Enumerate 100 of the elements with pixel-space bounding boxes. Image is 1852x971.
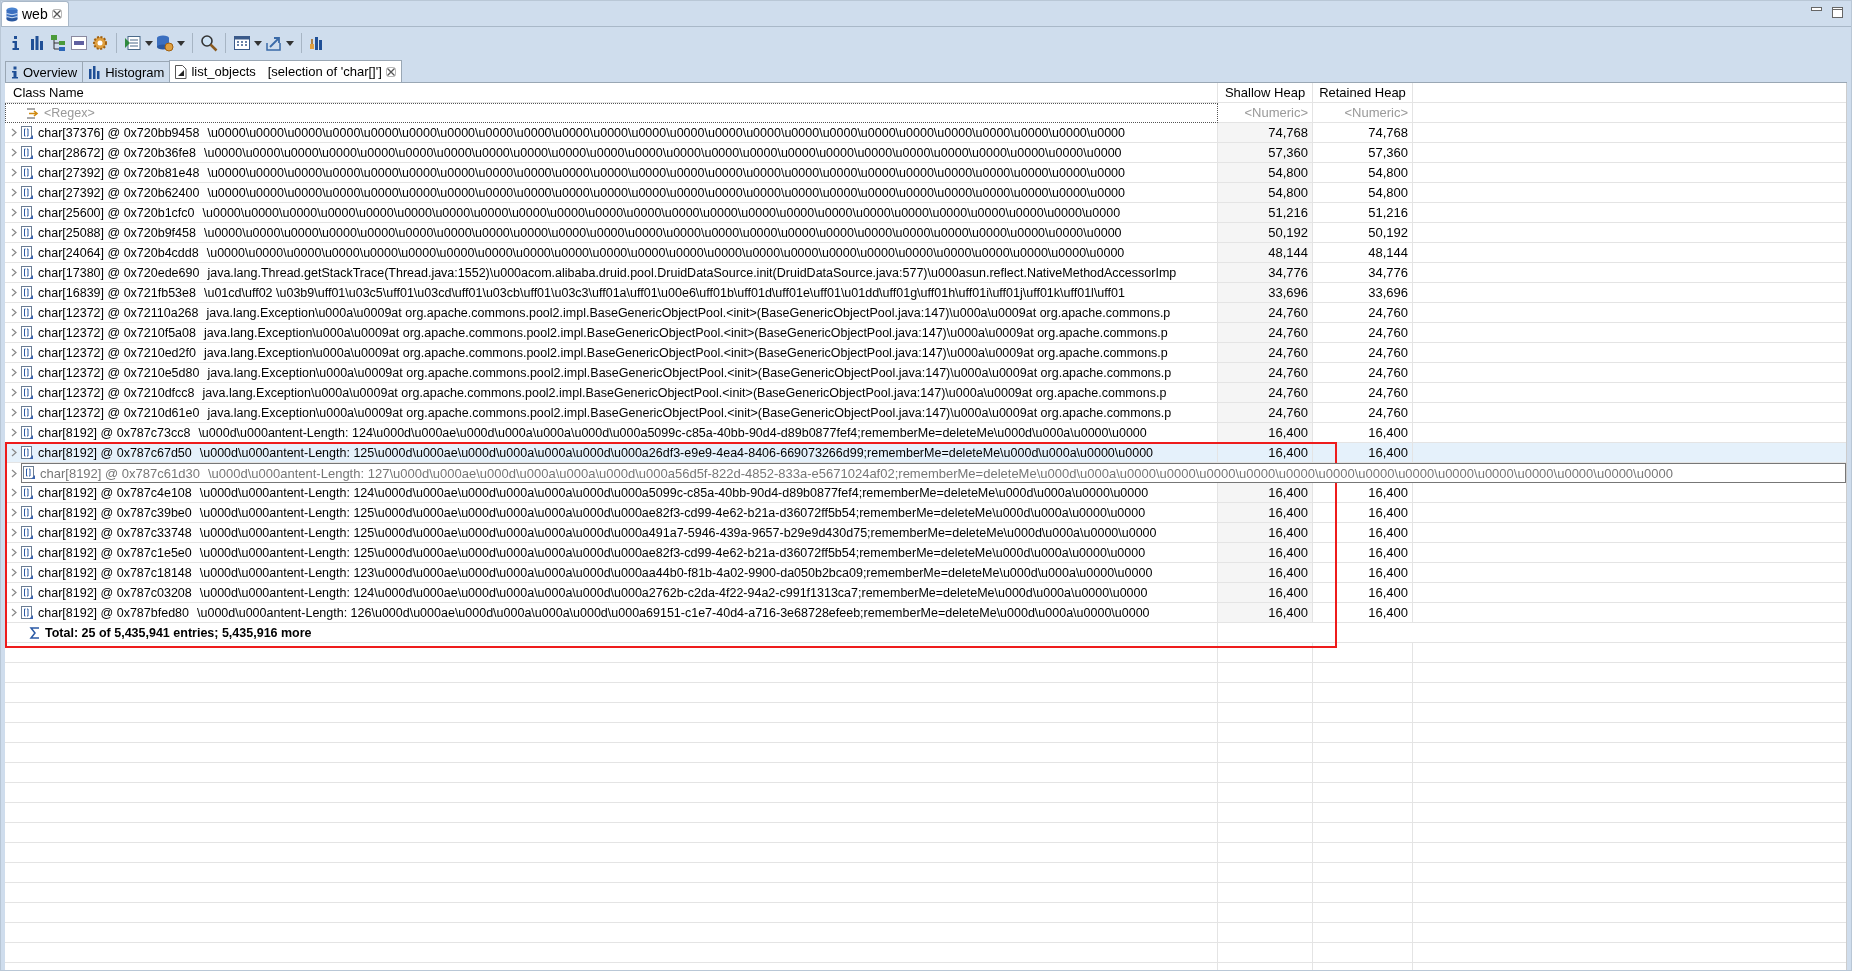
table-row[interactable]: char[8192] @ 0x787c03208 \u000d\u000antent-Length: 124\u000d\u000ae\u000d\u000a\u000a\u000d\u000a2762b-c2da-4f22-94a2-c991f1313ca7;rememberMe=deleteMe\u000d\u000a\u0000\u0000 16,400 16,400 (5, 583, 1846, 603)
expand-chevron-icon[interactable] (11, 568, 17, 577)
table-cell: 16,400 (1218, 503, 1313, 523)
table-row[interactable]: char[27392] @ 0x720b62400 \u0000\u0000\u0000\u0000\u0000\u0000\u0000\u0000\u0000\u0000\u0000\u0000\u0000\u0000\u0000\u0000\u0000\u0000\u0000\u0000\u0000\u0000\u0000\u0000 54,800 54,800 (5, 183, 1846, 203)
table-cell: 16,400 (1313, 603, 1413, 623)
expand-chevron-icon[interactable] (11, 448, 17, 457)
expand-chevron-icon[interactable] (11, 328, 17, 337)
maximize-icon[interactable] (1832, 7, 1843, 18)
table-cell: 74,768 (1218, 123, 1313, 143)
table-row[interactable]: char[12372] @ 0x72110a268 java.lang.Exception\u000a\u0009at org.apache.commons.pool2.impl.BaseGenericObjectPool.<init>(BaseGenericObjectPool.java:147)\u000a\u0009at org.apache.commons.p 24,760 24,760 (5, 303, 1846, 323)
object-value: \u0000\u0000\u0000\u0000\u0000\u0000\u0000\u0000\u0000\u0000\u0000\u0000\u0000\u0000\u0000\u0000\u0000\u0000\u0000\u0000\u0000\u0000\u0000\u0000 (202, 205, 1121, 220)
object-value: java.lang.Exception\u000a\u0009at org.apache.commons.pool2.impl.BaseGenericObjectPool.<init>(BaseGenericObjectPool.java:147)\u000a\u0009at org.apache.commons.p (203, 345, 1168, 360)
expand-chevron-icon[interactable] (11, 388, 17, 397)
object-value: java.lang.Exception\u000a\u0009at org.apache.commons.pool2.impl.BaseGenericObjectPool.<init>(BaseGenericObjectPool.java:147)\u000a\u0009at org.apache.commons.p (203, 325, 1168, 340)
object-label: char[27392] @ 0x720b81e48 (38, 165, 200, 180)
calculator-icon[interactable] (233, 34, 251, 52)
dropdown-caret-icon[interactable] (145, 40, 153, 46)
database-gear-icon[interactable] (156, 34, 174, 52)
run-report-icon[interactable] (124, 34, 142, 52)
expand-chevron-icon[interactable] (11, 248, 17, 257)
table-row[interactable]: char[8192] @ 0x787c39be0 \u000d\u000antent-Length: 125\u000d\u000ae\u000d\u000a\u000a\u000d\u000ae82f3-cd99-4e62-b21a-d36072ff5b54;rememberMe=deleteMe\u000d\u000a\u0000\u0000 16,400 16,400 (5, 503, 1846, 523)
table-row[interactable] (5, 283, 1846, 303)
table-row[interactable] (5, 263, 1846, 283)
array-file-icon (21, 485, 34, 500)
dropdown-caret-icon[interactable] (286, 40, 294, 46)
table-cell: 48,144 (1313, 243, 1413, 263)
table-row[interactable]: char[8192] @ 0x787c18148 \u000d\u000antent-Length: 123\u000d\u000ae\u000d\u000a\u000a\u000d\u000aa44b0-f81b-4a02-9900-da050b2bca09;rememberMe=deleteMe\u000d\u000a\u0000\u0000 16,400 16,400 (5, 563, 1846, 583)
table-cell: 34,776 (1218, 263, 1313, 283)
table-row[interactable]: char[8192] @ 0x787c33748 \u000d\u000antent-Length: 125\u000d\u000ae\u000d\u000a\u000a\u000d\u000a491a7-5946-439a-9657-b29e9d430d75;rememberMe=deleteMe\u000d\u000a\u0000\u0000 16,400 16,400 (5, 523, 1846, 543)
object-value: \u01cd\uff02 \u03b9\uff01\u03c5\uff01\u03cd\uff01\u03cb\uff01\u03c3\uff01a\uff01\u00e6\uff01b\uff01d\uff01e\uff01\u01dd\uff01g\uff01h\uff01i\uff01j\uff01k\uff01l\uff01 (203, 285, 1125, 300)
table-row[interactable]: char[12372] @ 0x7210d61e0 java.lang.Exception\u000a\u0009at org.apache.commons.pool2.impl.BaseGenericObjectPool.<init>(BaseGenericObjectPool.java:147)\u000a\u0009at org.apache.commons.p 24,760 24,760 (5, 403, 1846, 423)
oql-icon[interactable] (70, 34, 88, 52)
table-row[interactable]: char[25088] @ 0x720b9f458 \u0000\u0000\u0000\u0000\u0000\u0000\u0000\u0000\u0000\u0000\u0000\u0000\u0000\u0000\u0000\u0000\u0000\u0000\u0000\u0000\u0000\u0000\u0000\u0000 50,192 50,192 (5, 223, 1846, 243)
expand-chevron-icon[interactable] (11, 508, 17, 517)
expand-chevron-icon[interactable] (11, 608, 17, 617)
expand-chevron-icon[interactable] (11, 588, 17, 597)
expand-chevron-icon[interactable] (11, 308, 17, 317)
expand-chevron-icon[interactable] (11, 268, 17, 277)
expand-chevron-icon[interactable] (11, 408, 17, 417)
export-icon[interactable] (265, 34, 283, 52)
table-row[interactable]: char[37376] @ 0x720bb9458 \u0000\u0000\u0000\u0000\u0000\u0000\u0000\u0000\u0000\u0000\u0000\u0000\u0000\u0000\u0000\u0000\u0000\u0000\u0000\u0000\u0000\u0000\u0000\u0000 74,768 74,768 (5, 123, 1846, 143)
table-row[interactable]: char[8192] @ 0x787c4e108 \u000d\u000antent-Length: 124\u000d\u000ae\u000d\u000a\u000a\u000d\u000a5099c-c85a-40bb-90d4-d89b0877fef4;rememberMe=deleteMe\u000d\u000a\u0000\u0000 16,400 16,400 (5, 483, 1846, 503)
expand-chevron-icon[interactable] (11, 188, 17, 197)
table-cell: 16,400 (1218, 423, 1313, 443)
table-cell: 24,760 (1313, 343, 1413, 363)
expand-chevron-icon[interactable] (11, 348, 17, 357)
table-row[interactable]: char[8192] @ 0x787c1e5e0 \u000d\u000antent-Length: 125\u000d\u000ae\u000d\u000a\u000a\u000d\u000ae82f3-cd99-4e62-b21a-d36072ff5b54;rememberMe=deleteMe\u000d\u000a\u0000\u0000 16,400 16,400 (5, 543, 1846, 563)
table-row[interactable]: char[8192] @ 0x787c67d50 \u000d\u000antent-Length: 125\u000d\u000ae\u000d\u000a\u000a\u000d\u000a26df3-e9e9-4ea4-8406-669073266d99;rememberMe=deleteMe\u000d\u000a\u0000\u0000 16,400 16,400 (5, 443, 1846, 463)
expand-chevron-icon[interactable] (11, 548, 17, 557)
editor-tab[interactable]: Overview (5, 61, 84, 82)
sum-icon (29, 626, 41, 639)
window-tab[interactable]: web (1, 1, 69, 26)
table-row[interactable]: char[25600] @ 0x720b1cfc0 \u0000\u0000\u0000\u0000\u0000\u0000\u0000\u0000\u0000\u0000\u0000\u0000\u0000\u0000\u0000\u0000\u0000\u0000\u0000\u0000\u0000\u0000\u0000\u0000 51,216 51,216 (5, 203, 1846, 223)
expand-chevron-icon[interactable] (11, 128, 17, 137)
table-cell: 16,400 (1218, 583, 1313, 603)
table-row[interactable]: char[27392] @ 0x720b81e48 \u0000\u0000\u0000\u0000\u0000\u0000\u0000\u0000\u0000\u0000\u0000\u0000\u0000\u0000\u0000\u0000\u0000\u0000\u0000\u0000\u0000\u0000\u0000\u0000 54,800 54,800 (5, 163, 1846, 183)
table-row[interactable]: char[12372] @ 0x7210f5a08 java.lang.Exception\u000a\u0009at org.apache.commons.pool2.impl.BaseGenericObjectPool.<init>(BaseGenericObjectPool.java:147)\u000a\u0009at org.apache.commons.p 24,760 24,760 (5, 323, 1846, 343)
object-value: java.lang.Exception\u000a\u0009at org.apache.commons.pool2.impl.BaseGenericObjectPool.<init>(BaseGenericObjectPool.java:147)\u000a\u0009at org.apache.commons.p (202, 385, 1167, 400)
table-cell: 24,760 (1313, 303, 1413, 323)
array-file-icon (21, 505, 34, 520)
editor-tab[interactable]: list_objects [selection of 'char[]'] (169, 60, 402, 82)
minimize-icon[interactable] (1811, 7, 1822, 11)
column-header[interactable]: Class Name (5, 83, 1218, 103)
table-cell: 16,400 (1218, 483, 1313, 503)
column-header[interactable]: Retained Heap (1313, 83, 1413, 103)
expand-chevron-icon[interactable] (11, 168, 17, 177)
table-row[interactable]: char[12372] @ 0x7210e5d80 java.lang.Exception\u000a\u0009at org.apache.commons.pool2.impl.BaseGenericObjectPool.<init>(BaseGenericObjectPool.java:147)\u000a\u0009at org.apache.commons.p 24,760 24,760 (5, 363, 1846, 383)
column-header[interactable]: Shallow Heap (1218, 83, 1313, 103)
tree-icon[interactable] (49, 34, 67, 52)
object-label: char[12372] @ 0x7210dfcc8 (38, 385, 195, 400)
database-icon (6, 6, 18, 22)
table-row[interactable]: char[8192] @ 0x787bfed80 \u000d\u000antent-Length: 126\u000d\u000ae\u000d\u000a\u000a\u000d\u000a69151-c1e7-40d4-a716-3e68728efeeb;rememberMe=deleteMe\u000d\u000a\u0000\u0000 16,400 16,400 (5, 603, 1846, 623)
close-tab-icon[interactable] (385, 66, 396, 77)
bar-chart-icon[interactable] (28, 34, 46, 52)
expand-chevron-icon[interactable] (11, 528, 17, 537)
table-cell: 24,760 (1218, 403, 1313, 423)
table-row[interactable]: char[24064] @ 0x720b4cdd8 \u0000\u0000\u0000\u0000\u0000\u0000\u0000\u0000\u0000\u0000\u0000\u0000\u0000\u0000\u0000\u0000\u0000\u0000\u0000\u0000\u0000\u0000\u0000\u0000 48,144 48,144 (5, 243, 1846, 263)
object-value: \u0000\u0000\u0000\u0000\u0000\u0000\u0000\u0000\u0000\u0000\u0000\u0000\u0000\u0000\u0000\u0000\u0000\u0000\u0000\u0000\u0000\u0000\u0000\u0000 (207, 185, 1125, 200)
expand-chevron-icon[interactable] (11, 228, 17, 237)
dropdown-caret-icon[interactable] (177, 40, 185, 46)
array-file-icon (21, 405, 34, 420)
table-cell: 57,360 (1218, 143, 1313, 163)
gear-icon[interactable] (91, 34, 109, 52)
expand-chevron-icon[interactable] (11, 428, 17, 437)
table-row[interactable]: char[12372] @ 0x7210dfcc8 java.lang.Exception\u000a\u0009at org.apache.commons.pool2.impl.BaseGenericObjectPool.<init>(BaseGenericObjectPool.java:147)\u000a\u0009at org.apache.commons.p 24,760 24,760 (5, 383, 1846, 403)
expand-chevron-icon[interactable] (11, 288, 17, 297)
editor-tab[interactable]: Histogram (82, 61, 171, 82)
table-cell: 54,800 (1313, 163, 1413, 183)
expand-chevron-icon[interactable] (11, 488, 17, 497)
expand-chevron-icon[interactable] (11, 148, 17, 157)
table-row[interactable]: char[28672] @ 0x720b36fe8 \u0000\u0000\u0000\u0000\u0000\u0000\u0000\u0000\u0000\u0000\u0000\u0000\u0000\u0000\u0000\u0000\u0000\u0000\u0000\u0000\u0000\u0000\u0000\u0000 57,360 57,360 (5, 143, 1846, 163)
table-row[interactable]: char[12372] @ 0x7210ed2f0 java.lang.Exception\u000a\u0009at org.apache.commons.pool2.impl.BaseGenericObjectPool.<init>(BaseGenericObjectPool.java:147)\u000a\u0009at org.apache.commons.p 24,760 24,760 (5, 343, 1846, 363)
search-icon[interactable] (200, 34, 218, 52)
dropdown-caret-icon[interactable] (254, 40, 262, 46)
expand-chevron-icon[interactable] (11, 208, 17, 217)
object-label: char[8192] @ 0x787c4e108 (38, 485, 192, 500)
object-label: char[8192] @ 0x787c61d30 (40, 465, 200, 481)
close-icon[interactable] (51, 9, 62, 19)
table-cell: 33,696 (1313, 283, 1413, 303)
expand-chevron-icon[interactable] (11, 368, 17, 377)
